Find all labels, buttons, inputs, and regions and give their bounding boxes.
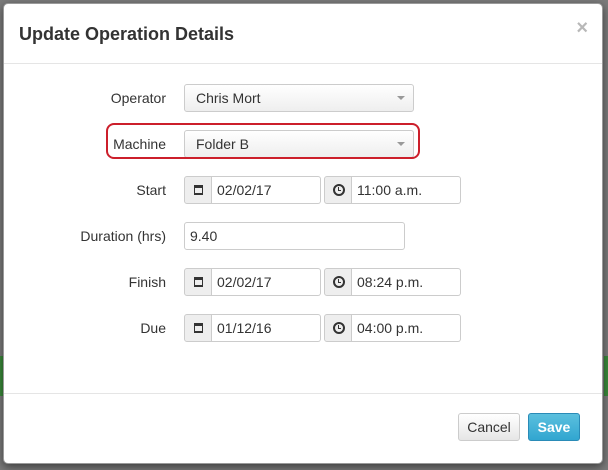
finish-date-addon[interactable] xyxy=(184,268,212,296)
update-operation-modal: Update Operation Details × Operator Chri… xyxy=(3,3,603,464)
close-icon[interactable]: × xyxy=(576,18,588,38)
due-time-input[interactable]: 04:00 p.m. xyxy=(352,314,461,342)
start-date-addon[interactable] xyxy=(184,176,212,204)
duration-label: Duration (hrs) xyxy=(80,228,166,244)
chevron-down-icon xyxy=(397,96,405,100)
operator-select[interactable]: Chris Mort xyxy=(184,84,414,112)
start-date-input[interactable]: 02/02/17 xyxy=(212,176,321,204)
finish-time-input[interactable]: 08:24 p.m. xyxy=(352,268,461,296)
cancel-button[interactable]: Cancel xyxy=(458,413,520,441)
modal-header: Update Operation Details × xyxy=(4,4,602,64)
machine-highlight xyxy=(106,123,420,159)
operator-value: Chris Mort xyxy=(196,90,261,106)
clock-icon xyxy=(333,276,345,288)
start-time-addon[interactable] xyxy=(324,176,352,204)
finish-label: Finish xyxy=(128,274,166,290)
calendar-icon xyxy=(194,277,203,287)
due-label: Due xyxy=(140,320,166,336)
due-date-addon[interactable] xyxy=(184,314,212,342)
start-label: Start xyxy=(136,182,166,198)
start-time-input[interactable]: 11:00 a.m. xyxy=(352,176,461,204)
save-button[interactable]: Save xyxy=(528,413,580,441)
calendar-icon xyxy=(194,323,203,333)
modal-title: Update Operation Details xyxy=(19,24,235,44)
clock-icon xyxy=(333,184,345,196)
clock-icon xyxy=(333,322,345,334)
finish-time-addon[interactable] xyxy=(324,268,352,296)
operator-label: Operator xyxy=(110,90,166,106)
backdrop-strip xyxy=(604,356,608,396)
due-time-addon[interactable] xyxy=(324,314,352,342)
finish-date-input[interactable]: 02/02/17 xyxy=(212,268,321,296)
calendar-icon xyxy=(194,185,203,195)
due-date-input[interactable]: 01/12/16 xyxy=(212,314,321,342)
duration-input[interactable]: 9.40 xyxy=(184,222,405,250)
